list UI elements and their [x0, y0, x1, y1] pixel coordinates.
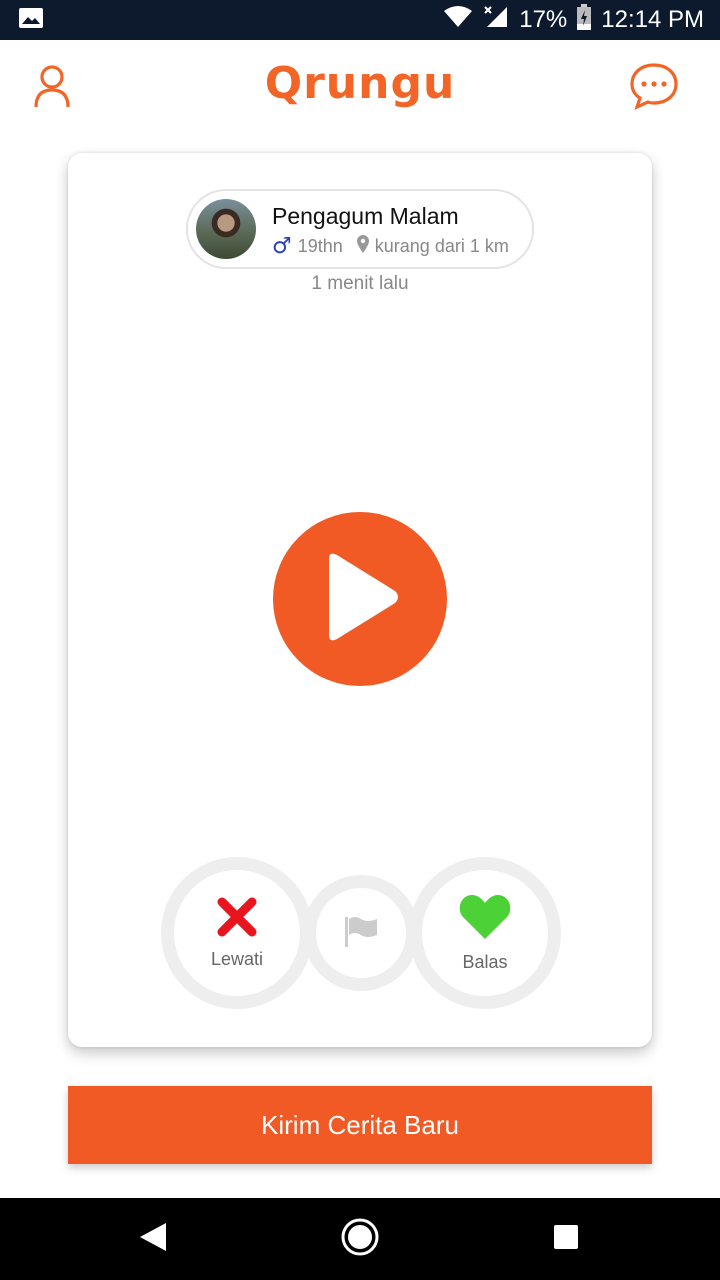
reply-label: Balas	[462, 952, 508, 972]
home-circle-icon	[340, 1217, 380, 1262]
app-logo: Qrungu	[264, 58, 456, 109]
avatar	[196, 199, 256, 259]
close-x-icon	[216, 896, 258, 943]
heart-icon	[458, 893, 512, 946]
battery-charging-icon	[577, 3, 592, 37]
report-button[interactable]	[303, 875, 419, 991]
author-distance: kurang dari 1 km	[374, 236, 509, 256]
author-meta: ♂ 19thn kurang dari 1 km	[272, 235, 509, 258]
chat-icon	[629, 62, 679, 115]
nav-home-button[interactable]	[335, 1214, 385, 1264]
author-name: Pengagum Malam	[272, 203, 459, 229]
cell-signal-icon	[483, 5, 509, 36]
gallery-notification-icon	[18, 7, 44, 34]
play-icon	[319, 551, 401, 648]
nav-back-button[interactable]	[128, 1214, 178, 1264]
new-story-button[interactable]: Kirim Cerita Baru	[68, 1086, 652, 1164]
battery-level: 17%	[519, 6, 568, 33]
recents-square-icon	[552, 1223, 580, 1256]
story-card: Pengagum Malam ♂ 19thn kurang dari 1 km …	[68, 153, 652, 1047]
app-header: Qrungu	[0, 40, 720, 136]
play-button[interactable]	[273, 512, 447, 686]
nav-recents-button[interactable]	[541, 1214, 591, 1264]
chat-button[interactable]	[626, 60, 682, 116]
status-bar: 17% 12:14 PM	[0, 0, 720, 40]
content-area: Pengagum Malam ♂ 19thn kurang dari 1 km …	[0, 136, 720, 1198]
skip-label: Lewati	[210, 949, 264, 969]
back-triangle-icon	[138, 1221, 168, 1258]
location-pin-icon	[356, 235, 369, 258]
flag-icon	[343, 915, 379, 952]
author-info[interactable]: Pengagum Malam ♂ 19thn kurang dari 1 km	[186, 189, 534, 269]
skip-button[interactable]: Lewati	[161, 857, 313, 1009]
clock: 12:14 PM	[601, 6, 704, 33]
android-nav-bar	[0, 1198, 720, 1280]
male-icon: ♂	[272, 233, 292, 259]
wifi-icon	[443, 5, 473, 36]
reply-button[interactable]: Balas	[409, 857, 561, 1009]
post-timestamp: 1 menit lalu	[311, 273, 409, 294]
author-age: 19thn	[297, 236, 343, 256]
